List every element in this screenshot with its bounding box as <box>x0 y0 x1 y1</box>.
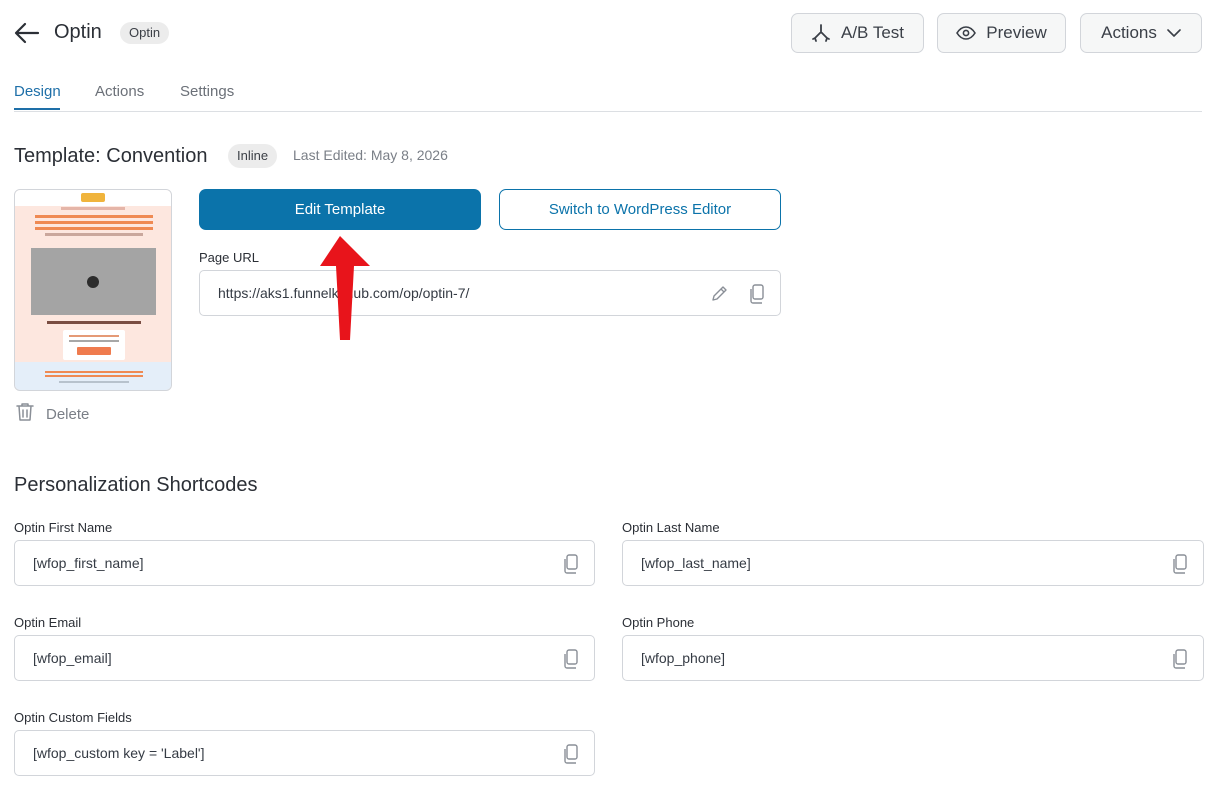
email-shortcode-field[interactable]: [wfop_email] <box>14 635 595 681</box>
delete-template-button[interactable]: Delete <box>16 402 89 427</box>
copy-icon[interactable] <box>1170 553 1190 575</box>
last-edited-text: Last Edited: May 8, 2026 <box>293 147 448 163</box>
thumbnail-subheadline <box>45 233 143 236</box>
last-name-label: Optin Last Name <box>622 520 720 535</box>
switch-editor-button[interactable]: Switch to WordPress Editor <box>499 189 781 230</box>
thumbnail-card-button <box>77 347 111 355</box>
back-arrow-icon[interactable] <box>14 21 40 45</box>
phone-shortcode: [wfop_phone] <box>641 650 726 666</box>
copy-icon[interactable] <box>561 648 581 670</box>
thumbnail-card-line <box>69 340 119 342</box>
template-type-badge: Inline <box>228 144 278 168</box>
copy-icon[interactable] <box>561 743 581 765</box>
copy-icon[interactable] <box>747 283 767 305</box>
thumbnail-footer-heading <box>45 371 143 377</box>
first-name-label: Optin First Name <box>14 520 113 535</box>
thumbnail-headline <box>35 215 153 231</box>
thumbnail-tagline <box>61 207 125 210</box>
email-label: Optin Email <box>14 615 82 630</box>
delete-label: Delete <box>46 406 90 423</box>
tabs-divider <box>14 111 1202 112</box>
page-title: Optin <box>54 21 102 43</box>
custom-fields-label: Optin Custom Fields <box>14 710 132 725</box>
actions-label: Actions <box>1101 23 1157 42</box>
shortcodes-section-title: Personalization Shortcodes <box>14 474 258 496</box>
actions-dropdown-button[interactable]: Actions <box>1080 13 1202 53</box>
page-url-field[interactable]: https://aks1.funnelkithub.com/op/optin-7… <box>199 270 781 316</box>
ab-test-button[interactable]: A/B Test <box>791 13 924 53</box>
pencil-icon[interactable] <box>710 283 730 305</box>
preview-button[interactable]: Preview <box>937 13 1066 53</box>
copy-icon[interactable] <box>561 553 581 575</box>
play-icon <box>87 276 99 288</box>
phone-shortcode-field[interactable]: [wfop_phone] <box>622 635 1204 681</box>
last-name-shortcode-field[interactable]: [wfop_last_name] <box>622 540 1204 586</box>
chevron-down-icon <box>1167 28 1181 38</box>
page-url-value: https://aks1.funnelkithub.com/op/optin-7… <box>218 285 470 301</box>
tab-settings[interactable]: Settings <box>180 83 234 100</box>
page-type-badge: Optin <box>120 22 170 44</box>
first-name-shortcode: [wfop_first_name] <box>33 555 144 571</box>
phone-label: Optin Phone <box>622 615 695 630</box>
custom-fields-shortcode: [wfop_custom key = 'Label'] <box>33 745 205 761</box>
page-url-label: Page URL <box>199 250 259 265</box>
custom-fields-shortcode-field[interactable]: [wfop_custom key = 'Label'] <box>14 730 595 776</box>
first-name-shortcode-field[interactable]: [wfop_first_name] <box>14 540 595 586</box>
ab-test-label: A/B Test <box>841 23 904 42</box>
eye-icon <box>956 26 977 40</box>
edit-template-button[interactable]: Edit Template <box>199 189 481 230</box>
preview-label: Preview <box>986 23 1047 42</box>
thumbnail-text-line <box>47 321 141 324</box>
thumbnail-logo <box>81 193 105 202</box>
tab-design[interactable]: Design <box>14 83 61 100</box>
template-title: Template: Convention <box>14 145 208 167</box>
email-shortcode: [wfop_email] <box>33 650 112 666</box>
template-thumbnail[interactable] <box>14 189 172 391</box>
copy-icon[interactable] <box>1170 648 1190 670</box>
tab-actions[interactable]: Actions <box>95 83 144 100</box>
active-tab-indicator <box>14 108 60 110</box>
thumbnail-footer-text <box>59 381 129 383</box>
thumbnail-card-line <box>69 335 119 337</box>
last-name-shortcode: [wfop_last_name] <box>641 555 751 571</box>
trash-icon <box>16 402 34 427</box>
ab-test-icon <box>811 23 831 43</box>
